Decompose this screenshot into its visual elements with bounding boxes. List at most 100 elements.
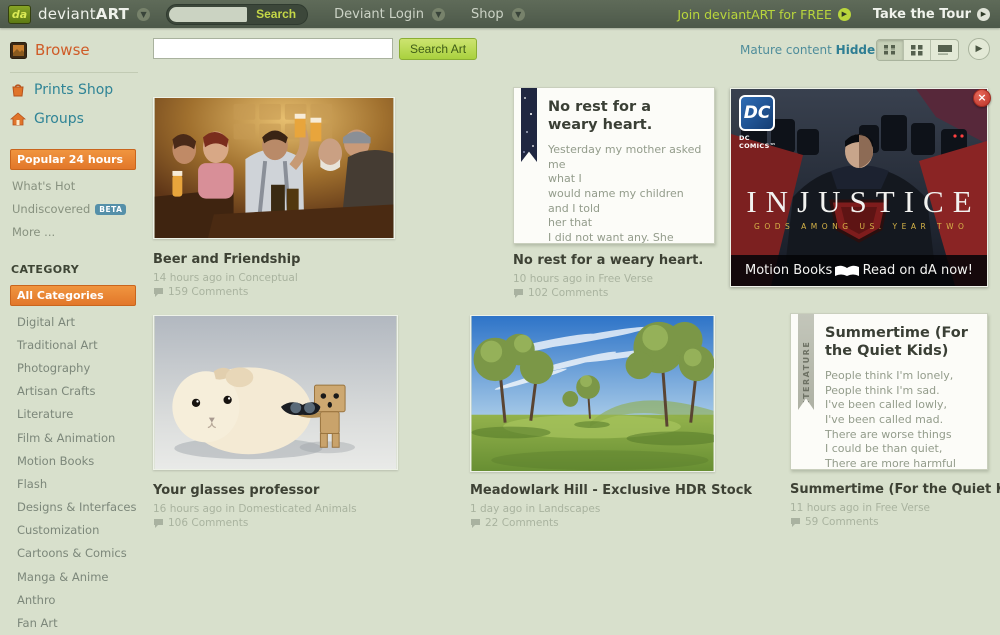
full-view-icon xyxy=(937,44,953,56)
dc-comics-logo: DC DC COMICS™ xyxy=(739,95,779,151)
deviation-title[interactable]: No rest for a weary heart. xyxy=(513,253,715,268)
filter-more[interactable]: More ... xyxy=(0,216,150,239)
tour-arrow-icon[interactable]: ▶ xyxy=(977,8,990,21)
deviation-meta: 14 hours ago in Conceptual xyxy=(153,272,395,284)
deviation-comments[interactable]: 159 Comments xyxy=(153,286,395,298)
comment-bubble-icon xyxy=(153,287,164,297)
motion-books-label: Motion Books xyxy=(745,263,832,278)
open-book-icon xyxy=(834,264,860,278)
beta-badge: BETA xyxy=(95,204,126,215)
deviation-meta: 16 hours ago in Domesticated Animals xyxy=(153,503,398,515)
category-item[interactable]: Photography xyxy=(0,356,150,379)
deviation-title[interactable]: Summertime (For the Quiet Kids) xyxy=(790,482,988,497)
close-ad-button[interactable]: × xyxy=(973,89,991,107)
slideshow-play-button[interactable]: ▶ xyxy=(968,38,990,60)
ad-subtitle: GODS AMONG US. YEAR TWO xyxy=(731,222,987,231)
chevron-down-icon: ▼ xyxy=(432,8,445,21)
deviant-login-menu[interactable]: Deviant Login ▼ xyxy=(334,7,445,22)
sidebar-item-prints-shop[interactable]: Prints Shop xyxy=(0,75,150,104)
deviantart-logo-icon[interactable]: da xyxy=(8,5,31,24)
deviation-card-meadowlark-hill: Meadowlark Hill - Exclusive HDR Stock 1 … xyxy=(470,315,715,529)
join-arrow-icon[interactable]: ▶ xyxy=(838,8,851,21)
literature-text: Summertime (For the Quiet Kids) People t… xyxy=(791,314,987,470)
filter-popular-24-hours[interactable]: Popular 24 hours xyxy=(10,149,136,170)
injustice-advertisement[interactable]: DC DC COMICS™ INJUSTICE GODS AMONG US. Y… xyxy=(730,88,988,287)
literature-ribbon: LITERATURE xyxy=(798,314,814,410)
category-item[interactable]: Motion Books xyxy=(0,449,150,472)
deviation-comments[interactable]: 106 Comments xyxy=(153,517,398,529)
brand-wordmark[interactable]: deviantART xyxy=(38,5,129,23)
deviation-caption: Meadowlark Hill - Exclusive HDR Stock 1 … xyxy=(470,483,715,529)
comment-bubble-icon xyxy=(153,518,164,528)
header-right-links: Join deviantART for FREE ▶ Take the Tour… xyxy=(677,7,990,22)
filter-whats-hot[interactable]: What's Hot xyxy=(0,170,150,193)
take-the-tour-link[interactable]: Take the Tour xyxy=(873,7,971,22)
category-item[interactable]: Manga & Anime xyxy=(0,565,150,588)
grid-view-button[interactable] xyxy=(904,40,931,60)
beer-and-friendship-thumbnail[interactable] xyxy=(153,97,395,239)
art-search-input[interactable] xyxy=(153,38,393,59)
header-search-button[interactable]: Search xyxy=(247,7,305,21)
category-item[interactable]: Customization xyxy=(0,519,150,542)
comment-bubble-icon xyxy=(513,288,524,298)
deviation-meta: 11 hours ago in Free Verse xyxy=(790,502,988,514)
sidebar-item-groups[interactable]: Groups xyxy=(0,104,150,133)
night-sky-ribbon xyxy=(521,88,537,162)
category-item[interactable]: Film & Animation xyxy=(0,426,150,449)
sidebar-divider xyxy=(10,72,138,73)
category-item[interactable]: Fan Art xyxy=(0,611,150,634)
chevron-down-icon: ▼ xyxy=(512,8,525,21)
full-view-button[interactable] xyxy=(931,40,958,60)
deviation-card-no-rest: No rest for a weary heart. Yesterday my … xyxy=(513,87,715,299)
glasses-professor-thumbnail[interactable] xyxy=(153,315,398,470)
deviation-title[interactable]: Meadowlark Hill - Exclusive HDR Stock xyxy=(470,483,715,498)
join-link[interactable]: Join deviantART for FREE xyxy=(677,7,831,22)
category-item[interactable]: Digital Art xyxy=(0,310,150,333)
grid-icon xyxy=(910,44,924,56)
comment-bubble-icon xyxy=(470,518,481,528)
category-item[interactable]: Traditional Art xyxy=(0,333,150,356)
main-content: Search Art Mature content Hidden ▶ xyxy=(150,28,1000,533)
literature-text: No rest for a weary heart. Yesterday my … xyxy=(514,88,714,244)
category-item[interactable]: Cartoons & Comics xyxy=(0,542,150,565)
literature-preview-card[interactable]: No rest for a weary heart. Yesterday my … xyxy=(513,87,715,244)
grid-details-view-button[interactable] xyxy=(877,40,904,60)
deviation-caption: Your glasses professor 16 hours ago in D… xyxy=(153,483,398,529)
category-item[interactable]: Anthro xyxy=(0,588,150,611)
ad-title: INJUSTICE xyxy=(731,184,987,220)
deviation-comments[interactable]: 102 Comments xyxy=(513,287,715,299)
deviation-card-glasses-professor: Your glasses professor 16 hours ago in D… xyxy=(153,315,398,529)
deviation-title[interactable]: Beer and Friendship xyxy=(153,252,395,267)
read-on-da-label: Read on dA now! xyxy=(863,263,973,278)
time-filters: Popular 24 hours What's Hot Undiscovered… xyxy=(0,149,150,239)
sidebar: Browse Prints Shop Groups Popular 24 hou… xyxy=(0,28,150,533)
house-icon xyxy=(10,111,26,127)
filter-undiscovered[interactable]: Undiscovered BETA xyxy=(0,193,150,216)
meadowlark-hill-thumbnail[interactable] xyxy=(470,315,715,472)
header-search-input[interactable] xyxy=(169,7,247,22)
sidebar-item-browse[interactable]: Browse xyxy=(0,28,150,70)
category-item[interactable]: Artisan Crafts xyxy=(0,380,150,403)
shopping-bag-icon xyxy=(10,82,26,98)
deviantart-browse-page: da deviantART ▼ Search Deviant Login ▼ S… xyxy=(0,0,1000,533)
browse-art-icon xyxy=(10,42,27,59)
search-art-button[interactable]: Search Art xyxy=(399,38,477,60)
deviation-comments[interactable]: 22 Comments xyxy=(470,517,715,529)
view-mode-toggle xyxy=(876,39,959,61)
category-item[interactable]: Literature xyxy=(0,403,150,426)
deviation-title[interactable]: Your glasses professor xyxy=(153,483,398,498)
category-all-categories[interactable]: All Categories xyxy=(10,285,136,306)
deviation-comments[interactable]: 59 Comments xyxy=(790,516,988,528)
category-item[interactable]: Flash xyxy=(0,472,150,495)
ad-footer: Motion Books Read on dA now! xyxy=(731,255,987,286)
deviation-meta: 10 hours ago in Free Verse xyxy=(513,273,715,285)
literature-preview-card[interactable]: LITERATURE Summertime (For the Quiet Kid… xyxy=(790,313,988,470)
chevron-down-icon[interactable]: ▼ xyxy=(137,8,150,21)
comment-bubble-icon xyxy=(790,517,801,527)
grid-details-icon xyxy=(883,44,897,56)
shop-menu[interactable]: Shop ▼ xyxy=(471,7,525,22)
deviation-caption: Summertime (For the Quiet Kids) 11 hours… xyxy=(790,482,988,528)
category-item[interactable]: Designs & Interfaces xyxy=(0,496,150,519)
deviation-caption: No rest for a weary heart. 10 hours ago … xyxy=(513,253,715,299)
category-section-label: CATEGORY xyxy=(0,263,150,276)
